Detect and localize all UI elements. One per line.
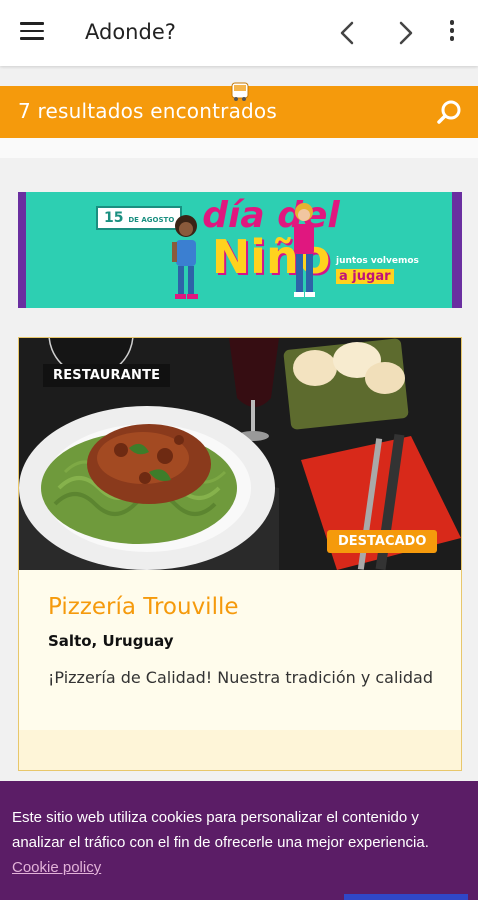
cookie-message: Este sitio web utiliza cookies para pers… [12,809,429,851]
cookie-accept-button[interactable] [344,894,468,900]
banner-tagline-highlight: a jugar [336,268,394,285]
category-badge: RESTAURANTE [43,364,171,387]
banner-title-line2: Niño [211,230,331,284]
banner-edge-left [18,192,26,308]
results-bar-shadow [0,138,478,158]
results-bar: 7 resultados encontrados [0,82,478,138]
banner-title: día del Niño [196,195,346,284]
banner-tagline: juntos volvemos a jugar [336,256,419,285]
listing-description: ¡Pizzería de Calidad! Nuestra tradición … [48,668,433,687]
cookie-policy-link[interactable]: Cookie policy [12,859,101,876]
listing-card[interactable]: RESTAURANTE DESTACADO Pizzería Trouville… [18,337,462,771]
more-options-icon[interactable] [444,20,460,46]
listing-title[interactable]: Pizzería Trouville [48,594,239,620]
listing-info: Pizzería Trouville Salto, Uruguay ¡Pizze… [19,570,461,730]
search-icon[interactable] [436,98,464,126]
cookie-message-container: Este sitio web utiliza cookies para pers… [12,805,472,880]
cookie-banner: Este sitio web utiliza cookies para pers… [0,781,478,900]
listing-location: Salto, Uruguay [48,632,174,650]
banner-edge-right [452,192,462,308]
banner-date-number: 15 [104,210,124,226]
chevron-left-icon[interactable] [333,18,363,48]
chevron-right-icon[interactable] [390,18,420,48]
kid-illustration-right [294,203,315,297]
menu-icon[interactable] [20,22,44,42]
results-count-text: 7 resultados encontrados [18,99,277,123]
featured-badge: DESTACADO [327,530,438,553]
app-title: Adonde? [85,20,176,44]
app-bar: Adonde? [0,0,478,66]
listing-photo[interactable]: RESTAURANTE DESTACADO [19,338,461,570]
promo-banner[interactable]: 15 DE AGOSTO día del Niño juntos volvemo… [18,192,462,308]
banner-tagline-text: juntos volvemos [336,256,419,266]
listing-footer [19,730,461,770]
banner-title-line1: día del [202,195,340,236]
